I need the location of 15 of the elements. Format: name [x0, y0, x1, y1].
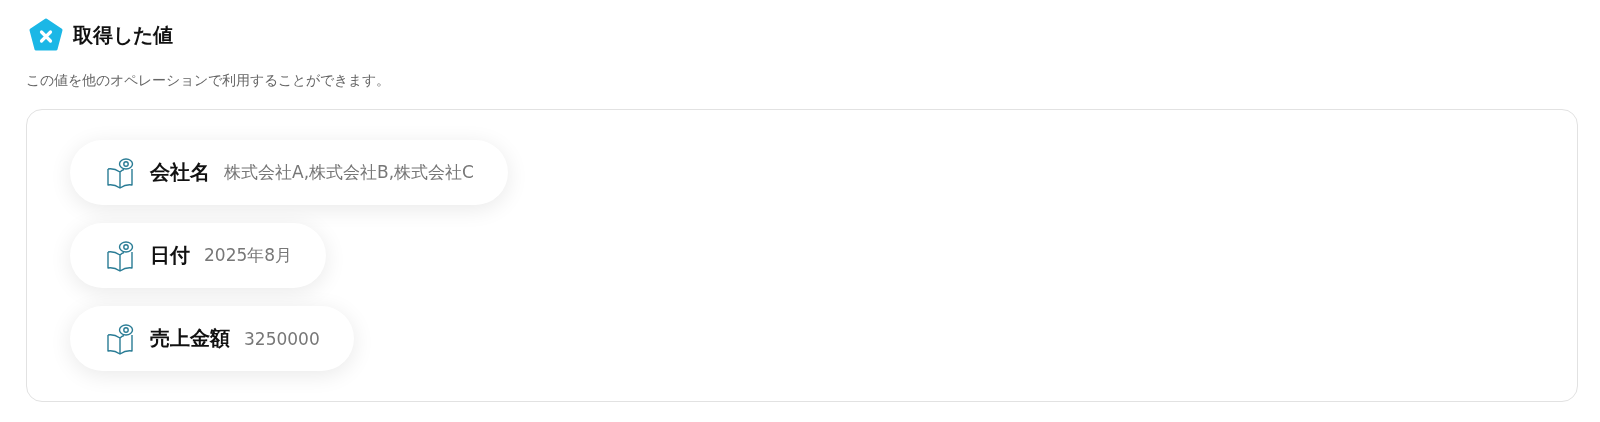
- book-eye-icon: [106, 156, 134, 189]
- value-label: 会社名: [150, 159, 210, 186]
- book-eye-icon: [106, 322, 134, 355]
- section-title: 取得した値: [73, 21, 173, 49]
- value-chip[interactable]: 会社名 株式会社A,株式会社B,株式会社C: [70, 140, 508, 205]
- value-text: 2025年8月: [204, 244, 293, 267]
- value-chip[interactable]: 売上金額 3250000: [70, 306, 354, 371]
- book-eye-icon: [106, 239, 134, 272]
- value-text: 3250000: [244, 328, 320, 349]
- value-label: 売上金額: [150, 325, 230, 352]
- value-label: 日付: [150, 242, 190, 269]
- section-description: この値を他のオペレーションで利用することができます。: [26, 72, 391, 90]
- value-text: 株式会社A,株式会社B,株式会社C: [224, 161, 474, 184]
- value-chip[interactable]: 日付 2025年8月: [70, 223, 327, 288]
- logo-icon: [29, 18, 63, 52]
